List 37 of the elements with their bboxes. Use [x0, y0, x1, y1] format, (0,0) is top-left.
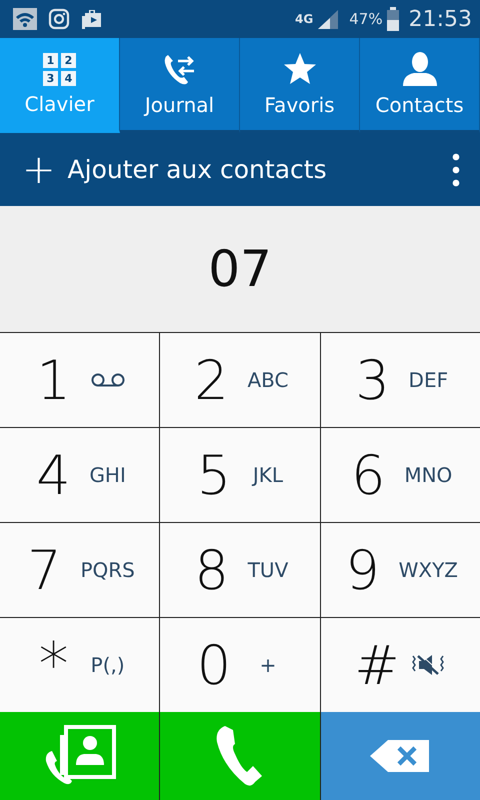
dial-key[interactable]: 1 — [0, 333, 160, 427]
add-to-contacts-button[interactable]: + Ajouter aux contacts — [22, 150, 327, 190]
dial-key[interactable]: 9 WXYZ — [320, 523, 480, 617]
person-icon — [400, 51, 438, 87]
dial-key[interactable]: * P(,) — [0, 618, 160, 712]
delete-button[interactable] — [320, 712, 480, 800]
tab[interactable]: 1 2 3 4 Clavier — [0, 38, 120, 133]
camera-icon — [48, 8, 70, 30]
contact-call-icon — [44, 725, 116, 787]
tab[interactable]: Contacts — [360, 38, 480, 133]
briefcase-icon — [81, 8, 103, 30]
phone-icon — [214, 724, 265, 788]
dial-key[interactable]: 3 DEF — [320, 333, 480, 427]
more-options-icon[interactable] — [452, 152, 460, 188]
dial-key[interactable]: 5 JKL — [160, 428, 320, 522]
tab[interactable]: Favoris — [240, 38, 360, 133]
dial-key[interactable]: 2 ABC — [160, 333, 320, 427]
star-icon — [282, 51, 318, 87]
wifi-icon — [13, 8, 37, 30]
call-button[interactable] — [160, 712, 320, 800]
signal-icon — [317, 9, 340, 29]
dial-key[interactable]: 6 MNO — [320, 428, 480, 522]
dial-key[interactable]: 4 GHI — [0, 428, 160, 522]
dial-key[interactable]: 7 PQRS — [0, 523, 160, 617]
voicemail-icon — [90, 373, 126, 387]
video-call-button[interactable] — [0, 712, 160, 800]
dial-key[interactable]: 8 TUV — [160, 523, 320, 617]
dialed-number: 07 — [208, 240, 272, 298]
tab[interactable]: Journal — [120, 38, 240, 133]
battery-percent: 47% — [349, 10, 383, 28]
network-type: 4G — [295, 12, 314, 26]
dial-key[interactable]: 0 + — [160, 618, 320, 712]
clock: 21:53 — [408, 6, 472, 32]
battery-icon — [386, 7, 399, 31]
mute-vibrate-icon — [410, 654, 446, 676]
backspace-icon — [370, 739, 430, 773]
dial-key[interactable]: # — [320, 618, 480, 712]
